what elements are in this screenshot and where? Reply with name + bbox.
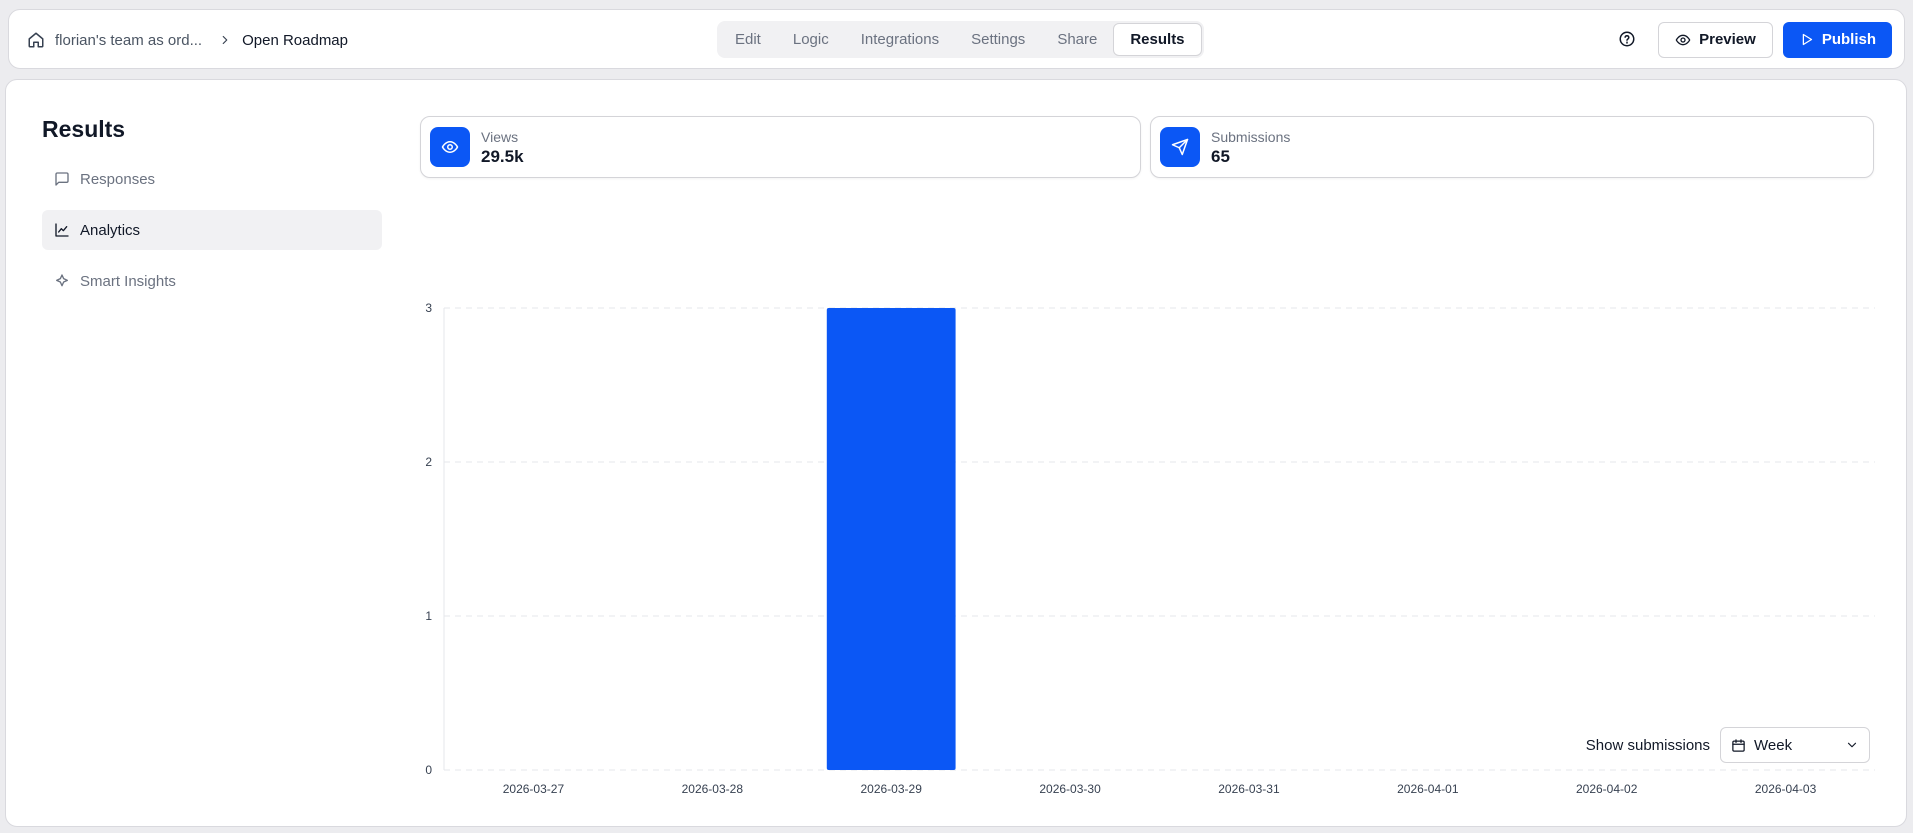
sidebar-item-label: Analytics xyxy=(80,221,141,239)
header-actions: Preview Publish xyxy=(1618,21,1892,58)
preview-label: Preview xyxy=(1699,31,1756,48)
x-tick-label: 2026-04-01 xyxy=(1397,782,1459,796)
tab-bar: Edit Logic Integrations Settings Share R… xyxy=(717,21,1204,58)
stat-value: 65 xyxy=(1211,147,1230,166)
sidebar-item-responses[interactable]: Responses xyxy=(42,159,382,199)
results-panel: Results Responses Analytics Smart Insigh… xyxy=(5,79,1907,827)
bar xyxy=(826,308,956,770)
send-icon xyxy=(1160,127,1200,167)
chevron-down-icon xyxy=(1845,738,1859,752)
x-tick-label: 2026-03-27 xyxy=(503,782,565,796)
tab-results[interactable]: Results xyxy=(1113,23,1202,56)
y-tick-label: 2 xyxy=(425,455,432,469)
chart-controls: Show submissions Week xyxy=(1586,727,1870,763)
sidebar-item-smart-insights[interactable]: Smart Insights xyxy=(42,261,382,301)
x-tick-label: 2026-03-29 xyxy=(860,782,922,796)
breadcrumb-form[interactable]: Open Roadmap xyxy=(242,32,348,49)
x-tick-label: 2026-03-30 xyxy=(1039,782,1101,796)
tab-settings[interactable]: Settings xyxy=(955,23,1041,56)
tab-edit[interactable]: Edit xyxy=(719,23,777,56)
preview-button[interactable]: Preview xyxy=(1658,21,1773,58)
x-tick-label: 2026-04-03 xyxy=(1755,782,1817,796)
publish-button[interactable]: Publish xyxy=(1782,21,1892,58)
y-tick-label: 1 xyxy=(425,609,432,623)
stat-label: Views xyxy=(481,129,519,145)
x-tick-label: 2026-03-31 xyxy=(1218,782,1280,796)
stat-card-submissions: Submissions 65 xyxy=(1150,116,1874,178)
tab-share[interactable]: Share xyxy=(1041,23,1113,56)
publish-label: Publish xyxy=(1821,31,1876,48)
breadcrumb-team[interactable]: florian's team as ord... xyxy=(55,32,202,49)
sidebar-item-label: Smart Insights xyxy=(80,272,176,290)
stat-value: 29.5k xyxy=(481,147,524,166)
tab-logic[interactable]: Logic xyxy=(777,23,845,56)
play-icon xyxy=(1802,33,1812,46)
x-tick-label: 2026-04-02 xyxy=(1576,782,1638,796)
sidebar-item-label: Responses xyxy=(80,170,156,188)
bar-chart: 0 1 2 3 2026-03-27 2026-03-28 2026-03-29 2026-0… xyxy=(425,301,1875,796)
y-tick-label: 0 xyxy=(425,763,432,777)
show-submissions-label: Show submissions xyxy=(1585,736,1710,754)
breadcrumb: florian's team as ord... Open Roadmap xyxy=(27,10,348,70)
period-value: Week xyxy=(1754,736,1793,754)
eye-icon xyxy=(430,127,470,167)
help-icon[interactable] xyxy=(1618,30,1638,50)
chevron-right-icon xyxy=(218,33,232,47)
tab-integrations[interactable]: Integrations xyxy=(845,23,955,56)
home-icon[interactable] xyxy=(27,31,45,49)
top-bar: florian's team as ord... Open Roadmap Ed… xyxy=(8,9,1905,69)
message-square-icon xyxy=(54,171,70,187)
calendar-icon xyxy=(1732,738,1745,752)
x-tick-label: 2026-03-28 xyxy=(682,782,744,796)
line-chart-icon xyxy=(54,222,70,238)
page-title: Results xyxy=(42,116,126,142)
sparkle-icon xyxy=(54,273,70,289)
period-select[interactable]: Week xyxy=(1720,727,1870,763)
sidebar-item-analytics[interactable]: Analytics xyxy=(42,210,382,250)
submissions-chart: 0 1 2 3 2026-03-27 2026-03-28 2026-03-29 2026-0… xyxy=(420,210,1880,796)
y-tick-label: 3 xyxy=(425,301,432,315)
eye-icon xyxy=(1675,34,1691,45)
results-sidebar: Results Responses Analytics Smart Insigh… xyxy=(42,116,382,312)
stat-label: Submissions xyxy=(1211,129,1291,145)
stat-card-views: Views 29.5k xyxy=(420,116,1141,178)
